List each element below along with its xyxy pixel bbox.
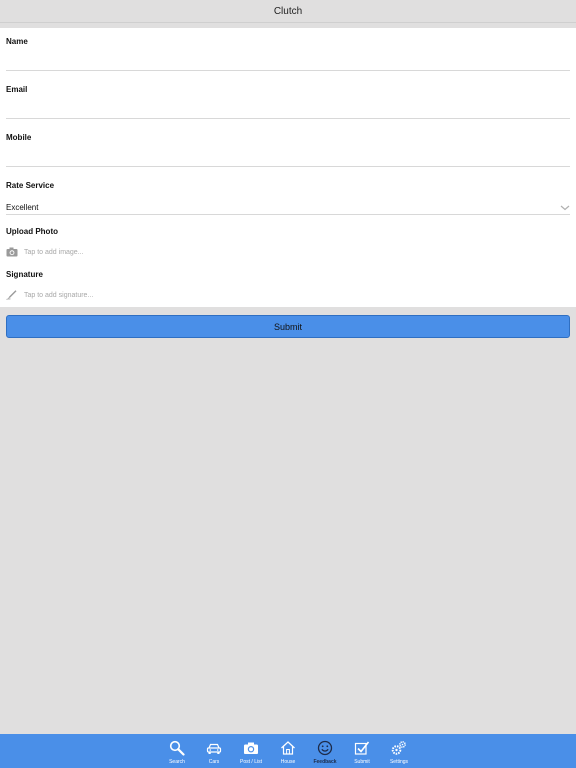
name-input[interactable] [6, 57, 570, 71]
tab-label: House [280, 759, 296, 765]
smiley-icon [317, 740, 333, 756]
camera-icon [244, 742, 258, 754]
house-icon [281, 741, 295, 755]
email-label: Email [6, 85, 28, 94]
tab-settings[interactable]: Settings [381, 734, 418, 768]
tab-bar: Search Cars Post / List House Feedback S… [0, 734, 576, 768]
car-icon [206, 743, 222, 754]
name-field-group: Name [6, 37, 570, 71]
navigation-bar: Clutch [0, 0, 576, 23]
submit-button[interactable]: Submit [6, 315, 570, 338]
search-icon [169, 740, 185, 756]
upload-photo-placeholder: Tap to add image... [24, 248, 84, 256]
email-field-group: Email [6, 85, 570, 119]
tab-post-list[interactable]: Post / List [233, 734, 270, 768]
tab-search[interactable]: Search [159, 734, 196, 768]
upload-photo-field-group: Upload Photo Tap to add image... [6, 227, 570, 261]
tab-feedback[interactable]: Feedback [307, 734, 344, 768]
feedback-form: Name Email Mobile Rate Service Excellent… [0, 28, 576, 307]
chevron-down-icon [560, 205, 570, 210]
tab-cars[interactable]: Cars [196, 734, 233, 768]
pen-icon [6, 290, 17, 300]
gears-icon [391, 741, 406, 755]
mobile-field-group: Mobile [6, 133, 570, 167]
camera-icon [6, 247, 18, 257]
tab-submit[interactable]: Submit [344, 734, 381, 768]
tab-label: Cars [208, 759, 220, 765]
mobile-input[interactable] [6, 153, 570, 167]
add-signature-button[interactable]: Tap to add signature... [6, 288, 570, 302]
tab-label: Settings [389, 759, 409, 765]
rate-service-select[interactable]: Excellent [6, 201, 570, 215]
tab-label: Post / List [240, 759, 262, 765]
signature-label: Signature [6, 270, 43, 279]
rate-service-label: Rate Service [6, 181, 55, 190]
tab-label: Feedback [313, 759, 337, 765]
upload-photo-button[interactable]: Tap to add image... [6, 245, 570, 259]
page-title: Clutch [273, 5, 303, 17]
tab-label: Submit [354, 759, 370, 765]
mobile-label: Mobile [6, 133, 32, 142]
rate-service-field-group: Rate Service Excellent [6, 181, 570, 215]
email-input[interactable] [6, 105, 570, 119]
signature-placeholder: Tap to add signature... [24, 291, 94, 299]
name-label: Name [6, 37, 28, 46]
upload-photo-label: Upload Photo [6, 227, 58, 236]
signature-field-group: Signature Tap to add signature... [6, 270, 570, 304]
rate-service-value: Excellent [6, 203, 39, 212]
checkbox-icon [354, 741, 370, 755]
tab-label: Search [169, 759, 185, 765]
tab-house[interactable]: House [270, 734, 307, 768]
